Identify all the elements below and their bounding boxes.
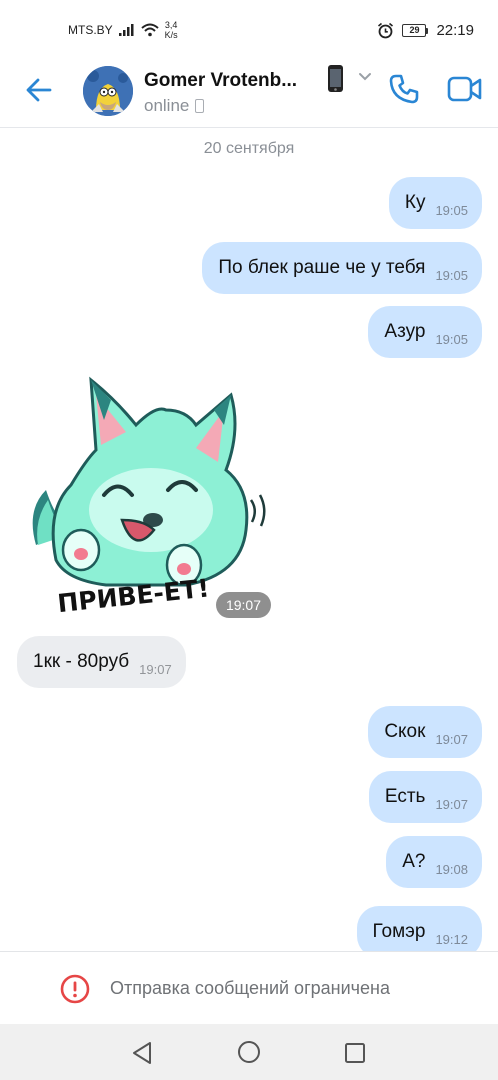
nav-home-icon[interactable] [237, 1040, 261, 1064]
carrier-name: MTS.BY [68, 23, 113, 37]
message-time: 19:05 [435, 331, 468, 347]
message-text: Скок [384, 721, 426, 742]
avatar-image [83, 66, 133, 116]
message-time: 19:07 [139, 661, 172, 677]
battery-icon: 29 [402, 24, 429, 37]
signal-icon [118, 24, 134, 36]
message-text: По блек раше че у тебя [218, 257, 426, 278]
message-time: 19:08 [435, 861, 468, 877]
mobile-icon [195, 99, 205, 113]
message-text: А? [402, 851, 426, 872]
warning-icon [60, 974, 90, 1004]
status-bar: MTS.BY 3,4 K/s 29 22:19 [0, 0, 498, 62]
network-speed-value: 3,4 [164, 20, 178, 30]
message-text: Ку [404, 192, 426, 213]
message-text: Есть [384, 786, 426, 807]
message-time: 19:12 [435, 931, 468, 947]
restriction-text: Отправка сообщений ограничена [110, 978, 390, 998]
nav-recent-apps-icon[interactable] [344, 1042, 366, 1064]
message-bubble[interactable]: Скок 19:07 [368, 706, 482, 758]
video-call-icon[interactable] [447, 74, 483, 104]
message-time: 19:05 [435, 267, 468, 283]
message-bubble[interactable]: Азур 19:05 [368, 306, 482, 358]
call-icon[interactable] [387, 72, 421, 106]
message-bubble[interactable]: 1кк - 80руб 19:07 [17, 636, 186, 688]
chat-header: Gomer Vrotenb... online [0, 62, 498, 128]
system-nav-bar [0, 1024, 498, 1080]
alarm-icon [378, 22, 394, 39]
phone-emoji-icon [328, 65, 343, 92]
network-speed-unit: K/s [164, 30, 178, 40]
messaging-restricted-banner: Отправка сообщений ограничена [0, 951, 498, 1024]
message-bubble[interactable]: А? 19:08 [386, 836, 482, 888]
avatar[interactable] [83, 66, 133, 116]
back-arrow-icon[interactable] [24, 75, 54, 105]
sticker-time: 19:07 [216, 592, 271, 618]
date-separator: 20 сентября [203, 140, 295, 157]
message-time: 19:07 [435, 796, 468, 812]
message-time: 19:05 [435, 202, 468, 218]
message-time: 19:07 [435, 731, 468, 747]
network-speed: 3,4 K/s [165, 20, 178, 40]
message-text: Гомэр [372, 921, 426, 942]
wifi-icon [141, 23, 159, 37]
message-text: 1кк - 80руб [33, 651, 130, 672]
message-bubble[interactable]: По блек раше че у тебя 19:05 [202, 242, 482, 294]
nav-back-icon[interactable] [131, 1041, 153, 1065]
contact-status: online [144, 96, 205, 116]
message-text: Азур [384, 321, 426, 342]
chevron-down-icon[interactable] [358, 72, 372, 82]
contact-name[interactable]: Gomer Vrotenb... [144, 70, 297, 92]
contact-status-text: online [144, 96, 190, 115]
message-bubble[interactable]: Ку 19:05 [388, 177, 482, 229]
message-bubble[interactable]: Есть 19:07 [368, 771, 482, 823]
sticker-image[interactable]: ПРИВЕ-ЕТ! [26, 370, 272, 625]
battery-level: 29 [402, 24, 427, 37]
clock: 22:19 [436, 22, 474, 39]
